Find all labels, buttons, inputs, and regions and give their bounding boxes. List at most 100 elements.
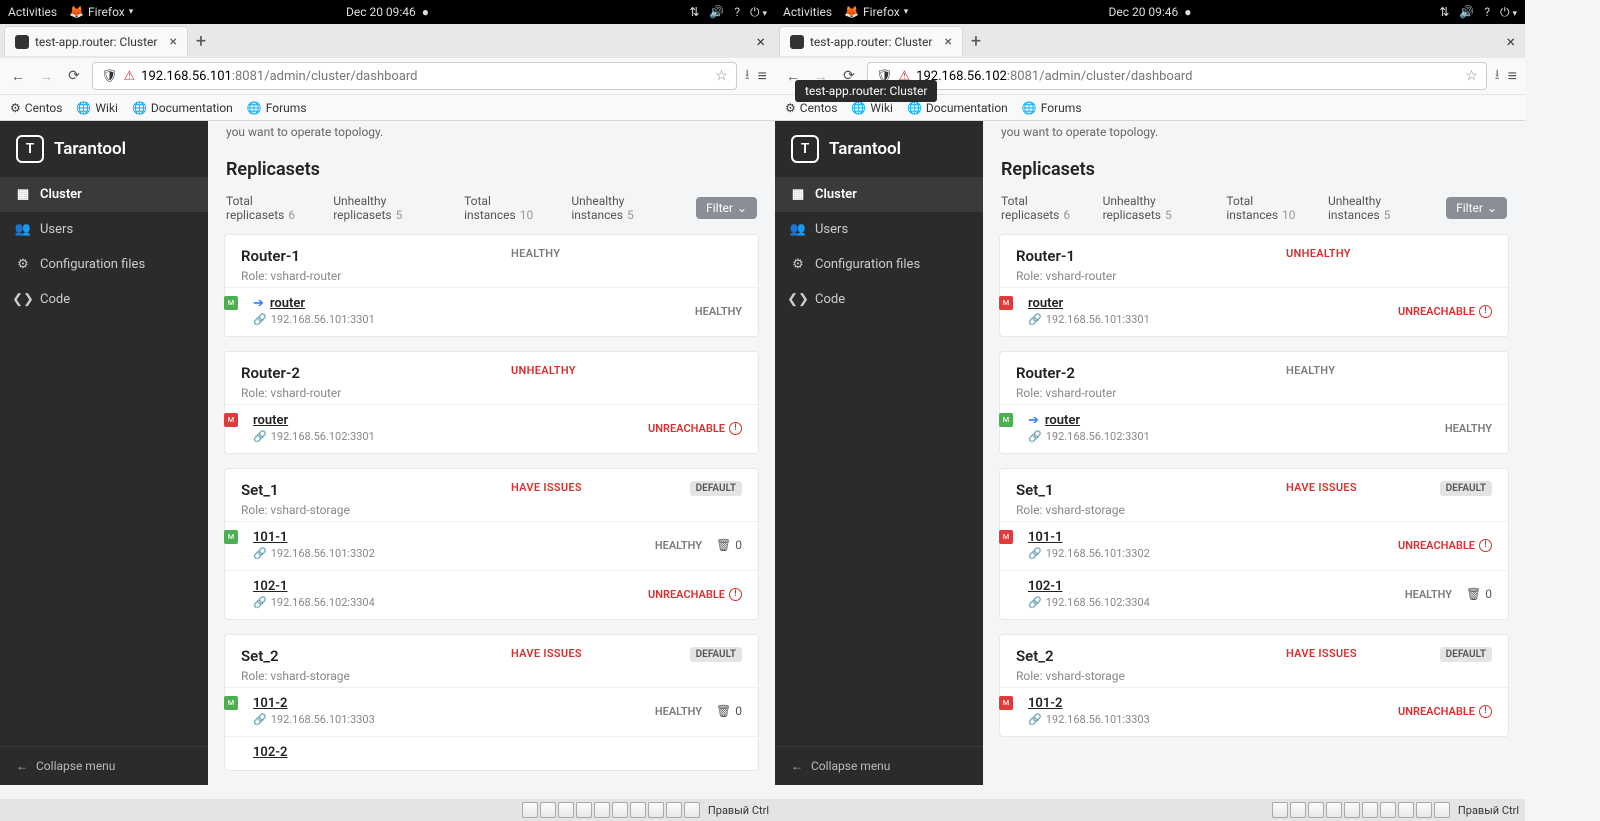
default-badge: DEFAULT xyxy=(1440,481,1492,496)
power-icon[interactable]: ⏻ ▾ xyxy=(750,5,767,20)
link-icon: 🔗 xyxy=(253,596,267,609)
taskbar-icon[interactable] xyxy=(1434,802,1450,818)
instance-tag: м xyxy=(224,530,238,544)
taskbar-icon[interactable] xyxy=(1326,802,1342,818)
back-button[interactable]: ← xyxy=(8,66,28,86)
instance-name[interactable]: 102-2 xyxy=(253,745,287,760)
taskbar-icon[interactable] xyxy=(1344,802,1360,818)
clock[interactable]: Dec 20 09:46 ● xyxy=(346,5,429,19)
sidebar-item-users[interactable]: 👥Users xyxy=(0,212,208,247)
reload-button[interactable]: ⟳ xyxy=(64,66,84,86)
instance-address: 🔗192.168.56.101:3303 xyxy=(253,713,375,726)
taskbar-icon[interactable] xyxy=(1398,802,1414,818)
taskbar-icon[interactable] xyxy=(594,802,610,818)
taskbar-icon[interactable] xyxy=(666,802,682,818)
activities-button[interactable]: Activities xyxy=(783,5,832,19)
link-icon: 🔗 xyxy=(253,547,267,560)
url-bar[interactable]: 🛡 ⚠ 192.168.56.102:8081/admin/cluster/da… xyxy=(867,62,1487,90)
taskbar-icon[interactable] xyxy=(1308,802,1324,818)
new-tab-button[interactable]: + xyxy=(971,31,981,52)
bookmark-centos[interactable]: ⚙ Centos xyxy=(10,101,62,115)
browser-tab[interactable]: test-app.router: Cluster × xyxy=(4,26,188,56)
sidebar-item-config[interactable]: ⚙Configuration files xyxy=(775,247,983,282)
power-icon[interactable]: ⏻ ▾ xyxy=(1500,5,1517,20)
replicaset-name: Set_1 xyxy=(241,481,501,499)
bookmark-centos[interactable]: ⚙ Centos xyxy=(785,101,837,115)
taskbar-icon[interactable] xyxy=(612,802,628,818)
instance-name[interactable]: 102-1 xyxy=(1028,579,1062,594)
instance-name[interactable]: 102-1 xyxy=(253,579,287,594)
filter-button[interactable]: Filter⌄ xyxy=(1446,197,1507,219)
default-badge: DEFAULT xyxy=(1440,647,1492,662)
taskbar-icon[interactable] xyxy=(630,802,646,818)
banner-fragment: you want to operate topology. xyxy=(224,121,759,149)
bookmark-forums[interactable]: 🌐 Forums xyxy=(247,101,307,115)
hamburger-menu-icon[interactable]: ≡ xyxy=(758,66,767,86)
firefox-app-menu[interactable]: 🦊 Firefox ▾ xyxy=(69,5,133,19)
bookmark-wiki[interactable]: 🌐 Wiki xyxy=(851,101,893,115)
bookmark-wiki[interactable]: 🌐 Wiki xyxy=(76,101,118,115)
taskbar-icon[interactable] xyxy=(684,802,700,818)
sidebar-item-code[interactable]: ❮❯Code xyxy=(0,282,208,317)
help-icon[interactable]: ? xyxy=(734,5,740,19)
gnome-panel-right: Activities 🦊 Firefox ▾ Dec 20 09:46 ● ⇅ … xyxy=(775,0,1525,24)
taskbar-icon[interactable] xyxy=(1290,802,1306,818)
new-tab-button[interactable]: + xyxy=(196,31,206,52)
taskbar-icon[interactable] xyxy=(1272,802,1288,818)
window-close-icon[interactable]: × xyxy=(1500,32,1521,51)
forward-button[interactable]: → xyxy=(36,66,56,86)
clock[interactable]: Dec 20 09:46 ● xyxy=(1108,5,1191,19)
instance-name[interactable]: 101-2 xyxy=(1028,696,1062,711)
taskbar-icon[interactable] xyxy=(1416,802,1432,818)
link-icon: 🔗 xyxy=(1028,547,1042,560)
bookmark-forums[interactable]: 🌐 Forums xyxy=(1022,101,1082,115)
sidebar-item-config[interactable]: ⚙Configuration files xyxy=(0,247,208,282)
bookmark-documentation[interactable]: 🌐 Documentation xyxy=(907,101,1008,115)
bucket-icon: 🗑 xyxy=(1466,587,1481,601)
instance-name[interactable]: 101-1 xyxy=(1028,530,1062,545)
instance-name[interactable]: router xyxy=(1045,413,1080,428)
url-bar[interactable]: 🛡 ⚠ 192.168.56.101:8081/admin/cluster/da… xyxy=(92,62,737,90)
tab-close-icon[interactable]: × xyxy=(169,34,176,50)
firefox-app-menu[interactable]: 🦊 Firefox ▾ xyxy=(844,5,908,19)
instance-name[interactable]: router xyxy=(270,296,305,311)
sidebar-item-code[interactable]: ❮❯Code xyxy=(775,282,983,317)
pocket-icon[interactable]: ⭳ xyxy=(1495,64,1500,88)
tab-close-icon[interactable]: × xyxy=(944,34,951,50)
taskbar-icon[interactable] xyxy=(1380,802,1396,818)
browser-tab[interactable]: test-app.router: Cluster × xyxy=(779,26,963,56)
replicaset-card: Router-1Role: vshard-routerHEALTHYм➔rout… xyxy=(224,234,759,337)
taskbar-icon[interactable] xyxy=(522,802,538,818)
sidebar-item-cluster[interactable]: ▦Cluster xyxy=(0,177,208,212)
instance-name[interactable]: 101-1 xyxy=(253,530,287,545)
instance-name[interactable]: router xyxy=(1028,296,1063,311)
volume-icon[interactable]: 🔊 xyxy=(1459,5,1474,19)
hamburger-menu-icon[interactable]: ≡ xyxy=(1508,66,1517,86)
filter-button[interactable]: Filter⌄ xyxy=(696,197,757,219)
instance-name[interactable]: router xyxy=(253,413,288,428)
instance-address: 🔗192.168.56.102:3301 xyxy=(253,430,375,443)
collapse-menu-button[interactable]: ←Collapse menu xyxy=(775,746,983,785)
instance-name[interactable]: 101-2 xyxy=(253,696,287,711)
instance-row: м➔router🔗192.168.56.101:3301HEALTHY xyxy=(225,287,758,336)
sidebar-item-cluster[interactable]: ▦Cluster xyxy=(775,177,983,212)
bookmark-star-icon[interactable]: ☆ xyxy=(1465,68,1478,84)
alert-icon: ! xyxy=(729,588,742,601)
sidebar-item-users[interactable]: 👥Users xyxy=(775,212,983,247)
taskbar-icon[interactable] xyxy=(648,802,664,818)
network-icon[interactable]: ⇅ xyxy=(1439,5,1449,19)
taskbar-icon[interactable] xyxy=(576,802,592,818)
collapse-menu-button[interactable]: ←Collapse menu xyxy=(0,746,208,785)
window-close-icon[interactable]: × xyxy=(750,32,771,51)
taskbar-icon[interactable] xyxy=(1362,802,1378,818)
network-icon[interactable]: ⇅ xyxy=(689,5,699,19)
bookmark-star-icon[interactable]: ☆ xyxy=(715,68,728,84)
taskbar-icon[interactable] xyxy=(540,802,556,818)
activities-button[interactable]: Activities xyxy=(8,5,57,19)
volume-icon[interactable]: 🔊 xyxy=(709,5,724,19)
pocket-icon[interactable]: ⭳ xyxy=(745,64,750,88)
vm-taskbar-left: Правый Ctrl xyxy=(0,799,775,821)
taskbar-icon[interactable] xyxy=(558,802,574,818)
bookmark-documentation[interactable]: 🌐 Documentation xyxy=(132,101,233,115)
help-icon[interactable]: ? xyxy=(1484,5,1490,19)
